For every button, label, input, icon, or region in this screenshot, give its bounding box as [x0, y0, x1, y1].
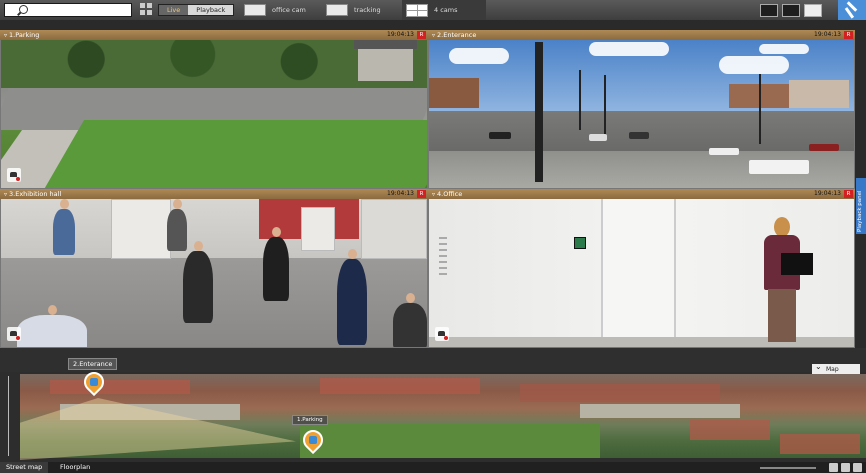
tile-header: 2.Enterance 19:04:13 R	[428, 30, 855, 40]
layout-menu-icon[interactable]	[140, 3, 153, 16]
map-marker-label-enterance: 2.Enterance	[68, 358, 118, 370]
record-badge: R	[417, 190, 426, 198]
map-view-dropdown[interactable]: Map	[812, 361, 860, 375]
map-header	[0, 348, 866, 372]
camera-control-icon[interactable]	[435, 327, 449, 341]
camera-title: 2.Enterance	[432, 31, 476, 40]
tile-header: 4.Office 19:04:13 R	[428, 189, 855, 199]
camera-timestamp: 19:04:13	[814, 31, 841, 38]
video-feed	[1, 40, 427, 188]
search-input[interactable]	[4, 3, 132, 17]
camera-icon[interactable]	[829, 463, 838, 472]
mode-switch: Live Playback	[158, 4, 235, 16]
map-view-label: Map	[826, 366, 839, 373]
tile-header: 1.Parking 19:04:13 R	[0, 30, 428, 40]
video-feed	[429, 40, 854, 188]
tab-label: tracking	[354, 6, 381, 14]
list-view-icon[interactable]	[760, 3, 778, 17]
playback-panel-toggle[interactable]: Playback panel	[856, 178, 866, 234]
camera-title: 3.Exhibition hall	[4, 190, 61, 199]
camera-control-icon[interactable]	[7, 327, 21, 341]
camera-control-icon[interactable]	[7, 168, 21, 182]
expand-icon[interactable]	[853, 463, 862, 472]
grid-view-icon[interactable]	[782, 3, 800, 17]
map-opacity-slider[interactable]	[760, 467, 816, 469]
map-bottom-tabs: Street map Floorplan	[0, 462, 866, 473]
camera-tile-office[interactable]: 4.Office 19:04:13 R	[428, 189, 855, 348]
playback-mode-button[interactable]: Playback	[188, 5, 234, 15]
tools-icon[interactable]	[838, 0, 866, 20]
camera-tile-exhibition-hall[interactable]: 3.Exhibition hall 19:04:13 R	[0, 189, 428, 348]
camera-title: 1.Parking	[4, 31, 39, 40]
video-feed	[1, 199, 427, 347]
tab-label: office cam	[272, 6, 306, 14]
zoom-slider[interactable]	[2, 376, 16, 456]
camera-tile-enterance[interactable]: 2.Enterance 19:04:13 R	[428, 30, 855, 189]
tab-4-cams[interactable]: 4 cams	[402, 0, 486, 20]
live-mode-button[interactable]: Live	[159, 5, 189, 15]
tab-street-map[interactable]: Street map	[0, 462, 49, 473]
four-grid-layout-icon	[406, 3, 428, 17]
view-mode-buttons	[760, 2, 822, 18]
record-badge: R	[844, 31, 853, 39]
layout-thumbnail-icon	[326, 4, 348, 16]
tab-floorplan[interactable]: Floorplan	[54, 462, 96, 473]
video-feed	[429, 199, 854, 347]
camera-tile-parking[interactable]: 1.Parking 19:04:13 R	[0, 30, 428, 189]
bell-icon[interactable]	[841, 463, 850, 472]
playback-panel-label: Playback panel	[857, 190, 863, 232]
map-tools	[829, 463, 862, 472]
tile-header: 3.Exhibition hall 19:04:13 R	[0, 189, 428, 199]
tab-label: 4 cams	[434, 6, 458, 14]
search-icon	[19, 5, 28, 14]
fullscreen-icon[interactable]	[804, 3, 822, 17]
camera-timestamp: 19:04:13	[814, 190, 841, 197]
top-toolbar: Live Playback office cam tracking 4 cams	[0, 0, 866, 20]
camera-title: 4.Office	[432, 190, 462, 199]
record-badge: R	[844, 190, 853, 198]
camera-timestamp: 19:04:13	[387, 31, 414, 38]
video-grid: 1.Parking 19:04:13 R 2.Enterance 19:04:1…	[0, 30, 855, 348]
layout-thumbnail-icon	[244, 4, 266, 16]
map-panel: 2.Enterance Map 1.Parking Street map Flo…	[0, 348, 866, 473]
record-badge: R	[417, 31, 426, 39]
tab-office-cam[interactable]: office cam	[240, 0, 322, 20]
tab-tracking[interactable]: tracking	[322, 0, 400, 20]
camera-timestamp: 19:04:13	[387, 190, 414, 197]
map-marker-label-parking: 1.Parking	[292, 415, 328, 425]
